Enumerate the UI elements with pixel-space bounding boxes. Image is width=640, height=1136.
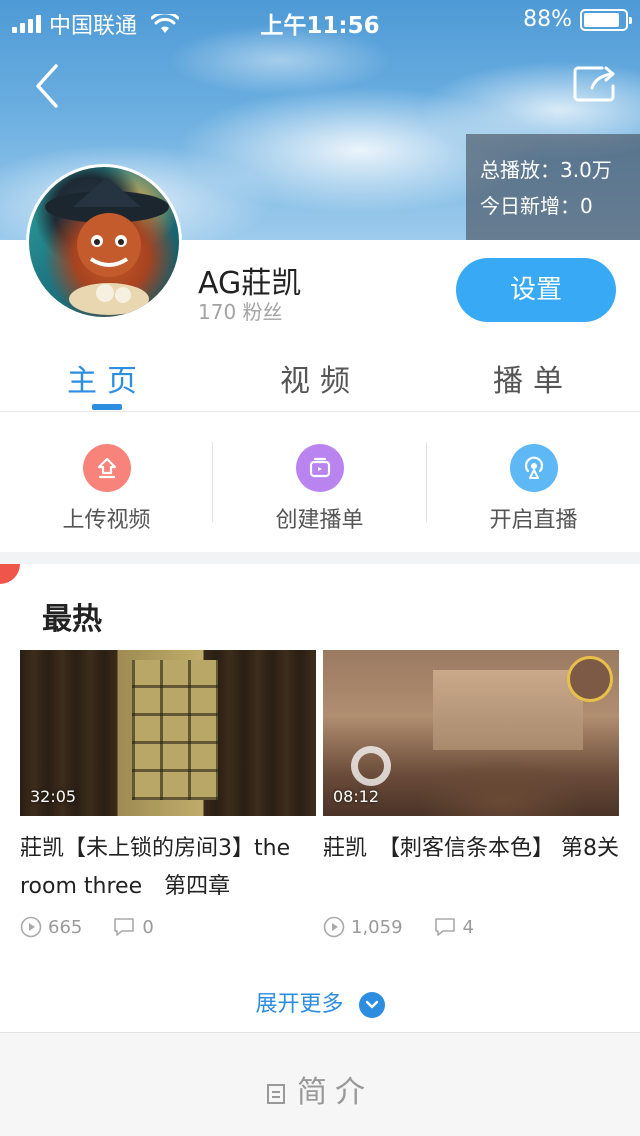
video-title[interactable]: 莊凯【未上锁的房间3】the room three 第四章 bbox=[20, 830, 316, 906]
video-duration: 08:12 bbox=[333, 787, 380, 806]
play-stats-box: 总播放：3.0万 今日新增：0 bbox=[466, 134, 640, 240]
document-icon bbox=[267, 1083, 285, 1104]
create-playlist-button[interactable]: 创建播单 bbox=[213, 444, 426, 534]
video-title[interactable]: 莊凯 【刺客信条本色】 第8关 bbox=[323, 830, 619, 906]
upload-video-button[interactable]: 上传视频 bbox=[0, 444, 213, 534]
comment-icon bbox=[434, 918, 455, 936]
section-title: 最热 bbox=[42, 602, 102, 637]
chevron-down-icon bbox=[358, 992, 385, 1018]
avatar[interactable] bbox=[26, 164, 182, 320]
thumbnail-art bbox=[433, 670, 583, 750]
status-bar: 中国联通 上午11:56 88% bbox=[0, 0, 640, 40]
expand-more-button[interactable]: 展开更多 bbox=[0, 986, 640, 1018]
battery-icon bbox=[580, 8, 632, 31]
video-duration: 32:05 bbox=[30, 787, 77, 806]
tab-playlists[interactable]: 播单 bbox=[433, 356, 633, 400]
video-thumbnail[interactable]: 08:12 bbox=[323, 650, 619, 816]
comment-count: 4 bbox=[433, 916, 474, 938]
today-new: 今日新增：0 bbox=[480, 194, 593, 218]
video-thumbnail[interactable]: 32:05 bbox=[20, 650, 316, 816]
video-card[interactable]: 08:12 莊凯 【刺客信条本色】 第8关 1,059 4 bbox=[323, 650, 619, 938]
play-count: 665 bbox=[20, 916, 82, 938]
play-icon bbox=[323, 916, 345, 938]
play-count-value: 1,059 bbox=[351, 916, 403, 938]
share-button[interactable] bbox=[572, 64, 618, 104]
thumbnail-minimap bbox=[567, 656, 613, 702]
profile-tabs: 主页 视频 播单 bbox=[0, 340, 640, 412]
thumbnail-art bbox=[132, 660, 218, 800]
total-plays: 总播放：3.0万 bbox=[480, 158, 612, 182]
upload-icon bbox=[82, 444, 131, 492]
comment-count: 0 bbox=[112, 916, 154, 938]
corner-marker bbox=[0, 564, 20, 584]
avatar-art bbox=[45, 177, 169, 315]
battery-percent: 88% bbox=[523, 7, 572, 32]
comment-count-value: 4 bbox=[462, 916, 474, 938]
video-meta: 1,059 4 bbox=[323, 916, 619, 938]
upload-video-label: 上传视频 bbox=[62, 508, 151, 533]
play-icon bbox=[20, 916, 42, 938]
battery-fill bbox=[584, 12, 620, 27]
intro-bar: 简介 bbox=[0, 1032, 640, 1136]
video-card[interactable]: 32:05 莊凯【未上锁的房间3】the room three 第四章 665 … bbox=[20, 650, 316, 938]
play-count: 1,059 bbox=[323, 916, 403, 938]
hot-section: 最热 32:05 莊凯【未上锁的房间3】the room three 第四章 6… bbox=[0, 564, 640, 1032]
tab-home[interactable]: 主页 bbox=[7, 356, 207, 400]
status-right: 88% bbox=[523, 7, 632, 32]
intro-label: 简介 bbox=[297, 1075, 373, 1110]
play-count-value: 665 bbox=[48, 916, 83, 938]
playlist-icon bbox=[295, 444, 344, 492]
share-icon bbox=[573, 66, 615, 102]
expand-more-label: 展开更多 bbox=[255, 992, 344, 1017]
fans-count: 170 粉丝 bbox=[198, 300, 283, 324]
back-button[interactable] bbox=[28, 62, 68, 110]
video-meta: 665 0 bbox=[20, 916, 316, 938]
live-icon bbox=[509, 444, 558, 492]
start-live-label: 开启直播 bbox=[489, 508, 578, 533]
quick-actions: 上传视频 创建播单 开启直播 bbox=[0, 412, 640, 552]
thumbnail-joystick bbox=[351, 746, 391, 786]
start-live-button[interactable]: 开启直播 bbox=[427, 444, 640, 534]
tab-indicator bbox=[92, 404, 122, 410]
tab-videos[interactable]: 视频 bbox=[220, 356, 420, 400]
chevron-left-icon bbox=[36, 64, 58, 108]
settings-button[interactable]: 设置 bbox=[456, 258, 616, 322]
comment-count-value: 0 bbox=[142, 916, 154, 938]
comment-icon bbox=[114, 918, 135, 936]
intro-tab[interactable]: 简介 bbox=[0, 1067, 640, 1111]
create-playlist-label: 创建播单 bbox=[275, 508, 364, 533]
